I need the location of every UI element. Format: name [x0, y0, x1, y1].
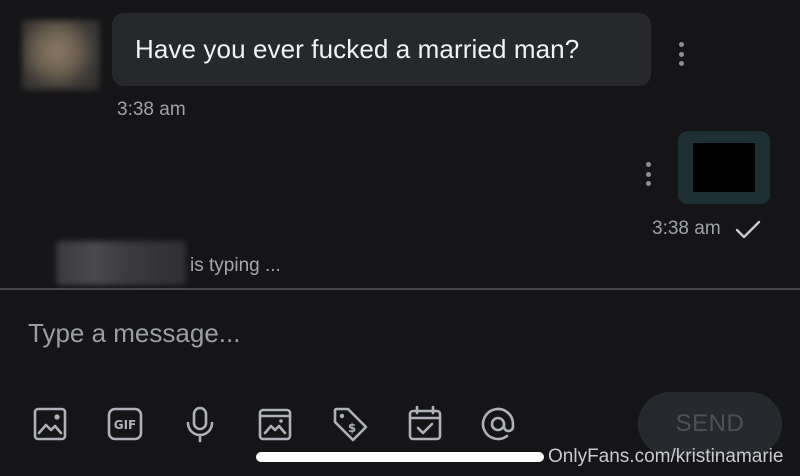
composer-divider [0, 288, 800, 290]
message-input[interactable] [28, 308, 768, 358]
outgoing-media-message[interactable] [678, 131, 770, 204]
mention-icon[interactable] [478, 404, 518, 444]
price-tag-icon[interactable]: $ [330, 404, 370, 444]
outgoing-message-options-icon[interactable] [644, 162, 652, 186]
incoming-message-options-icon[interactable] [677, 42, 685, 66]
typing-indicator: is typing ... [190, 255, 281, 276]
sender-avatar[interactable] [22, 20, 100, 90]
image-icon[interactable] [30, 404, 70, 444]
home-indicator[interactable] [256, 452, 544, 462]
check-icon [735, 220, 761, 239]
gif-icon[interactable]: GIF [105, 404, 145, 444]
watermark: OnlyFans.com/kristinamarie [548, 446, 784, 467]
incoming-message-text: Have you ever fucked a married man? [135, 34, 580, 64]
incoming-message-time: 3:38 am [117, 99, 186, 120]
media-thumbnail [693, 143, 755, 192]
microphone-icon[interactable] [180, 404, 220, 444]
outgoing-message-time: 3:38 am [652, 218, 721, 239]
incoming-message-bubble: Have you ever fucked a married man? [112, 13, 651, 86]
svg-text:$: $ [348, 421, 356, 435]
vault-icon[interactable] [255, 404, 295, 444]
typing-user-name [56, 241, 186, 285]
calendar-icon[interactable] [405, 404, 445, 444]
svg-text:GIF: GIF [114, 418, 137, 432]
